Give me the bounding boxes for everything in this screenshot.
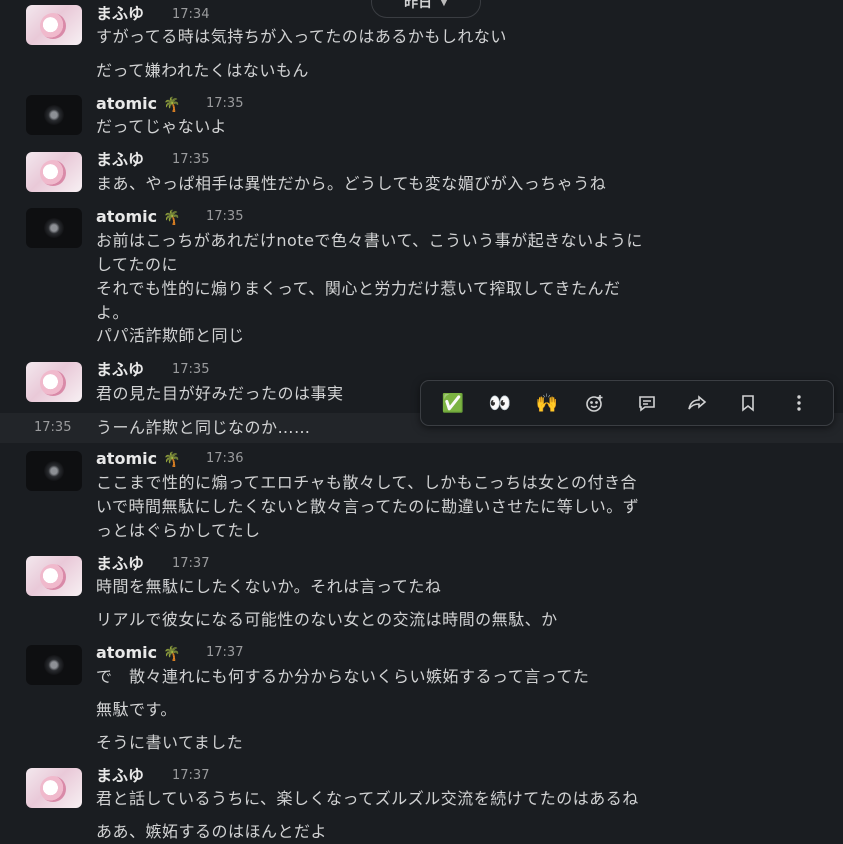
message-text: それでも性的に煽りまくって、関心と労力だけ惹いて搾取してきたんだ [96, 279, 621, 298]
author-name[interactable]: atomic 🌴 [96, 643, 181, 664]
palm-tree-status-icon: 🌴 [163, 210, 181, 226]
timestamp[interactable]: 17:35 [206, 207, 243, 227]
timestamp[interactable]: 17:35 [34, 418, 71, 438]
message-text: よ。 [96, 303, 130, 322]
message-text: 君と話しているうちに、楽しくなってズルズル交流を続けてたのはあるね [96, 789, 639, 808]
author-name[interactable]: atomic 🌴 [96, 94, 181, 115]
message-actions-toolbar: ✅ 👀 🙌 [420, 380, 834, 426]
timestamp[interactable]: 17:35 [206, 94, 243, 114]
message-text: だってじゃないよ [96, 117, 227, 136]
avatar[interactable] [26, 362, 82, 402]
message-text: リアルで彼女になる可能性のない女との交流は時間の無駄、か [96, 610, 558, 629]
avatar[interactable] [26, 5, 82, 45]
message-text: パパ活詐欺師と同じ [96, 326, 245, 345]
message-text: ああ、嫉妬するのはほんとだよ [96, 822, 328, 841]
author-name-text: atomic [96, 207, 158, 226]
message-text: うーん詐欺と同じなのか…… [96, 418, 311, 437]
share-message-icon[interactable] [681, 387, 713, 419]
author-name-text: atomic [96, 449, 158, 468]
message-text: お前はこっちがあれだけnoteで色々書いて、こういう事が起きないように [96, 231, 643, 250]
avatar[interactable] [26, 95, 82, 135]
author-name[interactable]: まふゆ [96, 766, 144, 786]
avatar[interactable] [26, 451, 82, 491]
raised-hands-reaction-icon[interactable]: 🙌 [531, 387, 563, 419]
message-text: だって嫌われたくはないもん [96, 61, 309, 80]
message-feed: 昨日 ▼ まふゆ 17:34 すがってる時は気持ちが入ってたのはあるかもしれない… [0, 0, 843, 843]
avatar[interactable] [26, 208, 82, 248]
author-name[interactable]: まふゆ [96, 554, 144, 574]
avatar[interactable] [26, 768, 82, 808]
palm-tree-status-icon: 🌴 [163, 97, 181, 113]
message-text: いで時間無駄にしたくないと散々言ってたのに勘違いさせたに等しい。ず [96, 497, 640, 516]
timestamp[interactable]: 17:35 [172, 360, 209, 380]
eyes-reaction-icon[interactable]: 👀 [484, 387, 516, 419]
message-text: してたのに [96, 255, 179, 274]
message-text: っとはぐらかしてたし [96, 521, 261, 540]
timestamp[interactable]: 17:37 [172, 766, 209, 786]
date-divider-button[interactable]: 昨日 ▼ [371, 0, 481, 18]
author-name[interactable]: まふゆ [96, 4, 144, 24]
author-name-text: atomic [96, 643, 158, 662]
palm-tree-status-icon: 🌴 [163, 452, 181, 468]
chevron-down-icon: ▼ [440, 0, 448, 8]
reply-in-thread-icon[interactable] [631, 387, 663, 419]
message-text: すがってる時は気持ちが入ってたのはあるかもしれない [96, 27, 507, 46]
check-mark-reaction-icon[interactable]: ✅ [437, 387, 469, 419]
message-text: まあ、やっぱ相手は異性だから。どうしても変な媚びが入っちゃうね [96, 174, 607, 193]
timestamp[interactable]: 17:35 [172, 150, 209, 170]
author-name[interactable]: atomic 🌴 [96, 207, 181, 228]
add-reaction-icon[interactable] [579, 387, 611, 419]
avatar[interactable] [26, 645, 82, 685]
message-text: ここまで性的に煽ってエロチャも散々して、しかもこっちは女との付き合 [96, 473, 637, 492]
message-text: 時間を無駄にしたくないか。それは言ってたね [96, 577, 442, 596]
author-name[interactable]: atomic 🌴 [96, 449, 181, 470]
message-text: そうに書いてました [96, 733, 244, 752]
timestamp[interactable]: 17:37 [172, 554, 209, 574]
message-text: で 散々連れにも何するか分からないくらい嫉妬するって言ってた [96, 667, 590, 686]
timestamp[interactable]: 17:34 [172, 5, 209, 25]
palm-tree-status-icon: 🌴 [163, 646, 181, 662]
date-divider-label: 昨日 [404, 0, 433, 11]
timestamp[interactable]: 17:36 [206, 449, 243, 469]
avatar[interactable] [26, 556, 82, 596]
save-bookmark-icon[interactable] [732, 387, 764, 419]
author-name-text: atomic [96, 94, 158, 113]
avatar[interactable] [26, 152, 82, 192]
message-text: 無駄です。 [96, 700, 177, 719]
author-name[interactable]: まふゆ [96, 150, 144, 170]
author-name[interactable]: まふゆ [96, 360, 144, 380]
timestamp[interactable]: 17:37 [206, 643, 243, 663]
more-actions-icon[interactable] [783, 387, 815, 419]
